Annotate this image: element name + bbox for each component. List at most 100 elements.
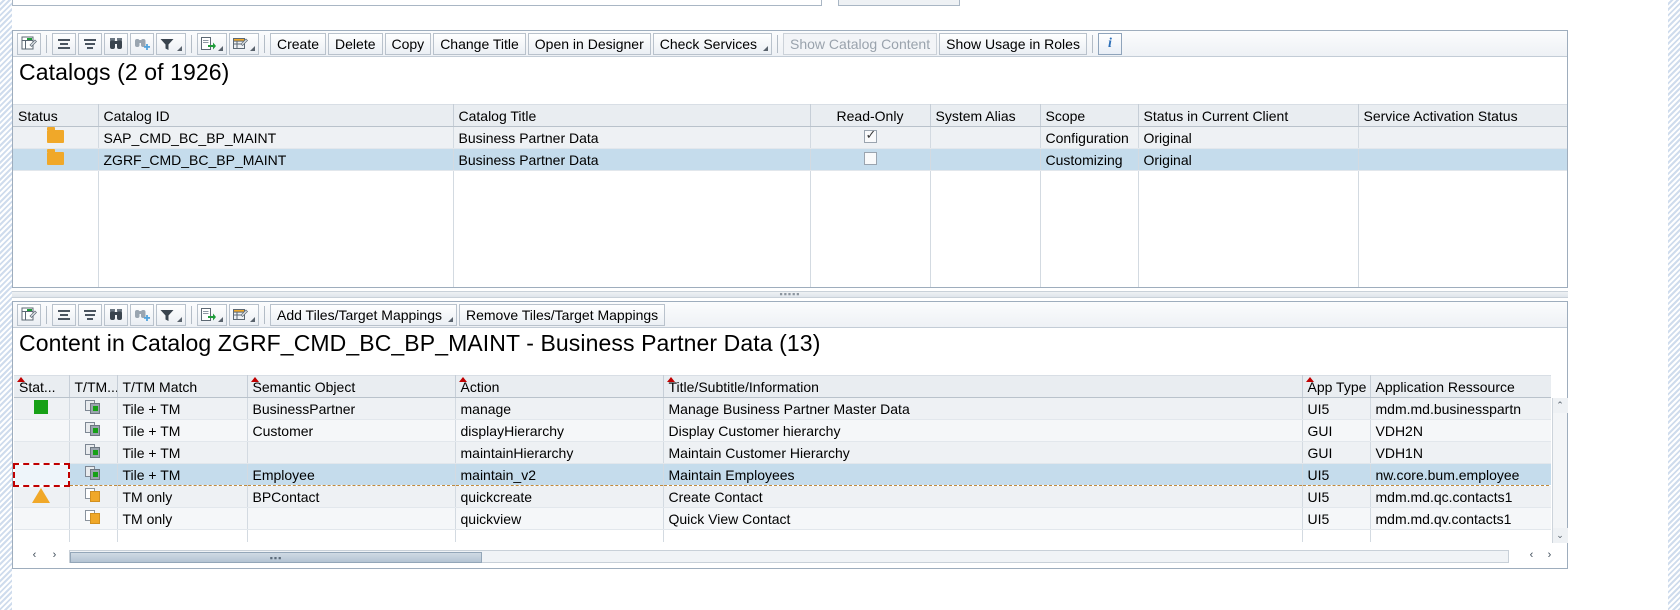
toolbar-separator [191,34,192,53]
service-activation-status-cell [1358,126,1567,149]
export-icon[interactable] [197,303,227,326]
tile-type-cell [69,507,118,530]
table-row[interactable]: Tile + TM maintainHierarchy Maintain Custo… [14,441,1551,464]
hscroll-thumb[interactable]: ▪▪▪ [70,552,482,563]
catalogs-table-body: SAP_CMD_BC_BP_MAINT Business Partner Data… [13,126,1567,287]
status-cell [13,126,99,149]
column-header[interactable]: Catalog ID [98,104,454,127]
column-header[interactable]: App Type [1302,375,1371,398]
page-left-arrow[interactable]: ‹ [1524,547,1539,562]
change-title-button[interactable]: Change Title [433,32,526,55]
column-header[interactable]: Semantic Object [247,375,456,398]
filler-cell [14,529,70,542]
table-row[interactable]: Tile + TM BusinessPartner manage Manage Bus… [14,397,1551,420]
hscroll-thumb-grip: ▪▪▪ [269,552,283,563]
find-icon[interactable] [104,303,128,326]
column-header[interactable]: System Alias [930,104,1041,127]
column-header[interactable]: Status [13,104,99,127]
column-header[interactable]: Application Ressource [1370,375,1551,398]
column-header[interactable]: Scope [1040,104,1139,127]
table-row[interactable]: TM only quickview Quick View Contact UI5 mdm… [14,507,1551,530]
layout-settings-icon[interactable] [17,303,41,326]
info-button[interactable]: i [1097,32,1122,55]
page-right-arrow[interactable]: › [1542,547,1557,562]
table-row[interactable]: ZGRF_CMD_BC_BP_MAINT Business Partner Dat… [13,148,1567,171]
tile-type-cell [69,441,118,464]
filler-cell [663,529,1303,542]
column-header[interactable]: Status in Current Client [1138,104,1359,127]
panel-splitter[interactable]: ▪▪▪▪▪ [12,290,1568,299]
column-header[interactable]: Catalog Title [453,104,811,127]
app-resource-cell: mdm.md.qv.contacts1 [1370,507,1551,530]
action-cell: maintainHierarchy [455,441,664,464]
column-header[interactable]: T/TM Match [117,375,248,398]
table-row[interactable]: Tile + TM Customer displayHierarchy Display… [14,419,1551,442]
table-row[interactable]: Tile + TM Employee maintain_v2 Maintain Emp… [13,462,1551,487]
sort-indicator-icon [666,377,675,382]
filler-cell [98,170,454,287]
content-horizontal-scrollbar[interactable]: ▪▪▪ [69,550,1509,563]
column-header[interactable]: Service Activation Status [1358,104,1567,127]
personalize-icon[interactable] [229,32,259,55]
find-icon[interactable] [104,32,128,55]
tile-type-cell [69,485,118,508]
app-type-cell: GUI [1302,441,1371,464]
open-in-designer-button-label: Open in Designer [534,35,644,52]
title-info-cell: Create Contact [663,485,1303,508]
content-page-title: Content in Catalog ZGRF_CMD_BC_BP_MAINT … [19,330,821,356]
find-next-icon[interactable] [130,303,154,326]
check-services-button-label: Check Services [659,35,758,52]
column-header[interactable]: T/TM... [69,375,118,398]
show-usage-in-roles-button[interactable]: Show Usage in Roles [939,32,1087,55]
column-header[interactable]: Title/Subtitle/Information [663,375,1303,398]
content-vertical-scrollbar[interactable]: ⌃ ⌄ [1552,398,1568,543]
personalize-icon[interactable] [229,303,259,326]
read-only-checkbox[interactable] [863,151,877,165]
check-services-button[interactable]: Check Services [652,32,773,55]
column-header-label: Semantic Object [252,378,356,395]
table-row[interactable]: SAP_CMD_BC_BP_MAINT Business Partner Data… [13,126,1567,149]
open-in-designer-button[interactable]: Open in Designer [527,32,651,55]
scroll-down-arrow[interactable]: ⌄ [1552,528,1568,543]
sort-descending-icon[interactable] [78,303,102,326]
app-resource-cell: mdm.md.qc.contacts1 [1370,485,1551,508]
ttm-match-cell: Tile + TM [117,419,248,442]
table-row[interactable]: TM only BPContact quickcreate Create Contac… [14,485,1551,508]
ttm-match-cell: Tile + TM [117,441,248,464]
change-title-button-label: Change Title [440,35,519,52]
filler-cell [1138,170,1359,287]
tile-type-cell [69,463,118,486]
sort-ascending-icon[interactable] [52,32,76,55]
hscroll-right-arrow[interactable]: › [47,547,62,562]
create-button[interactable]: Create [270,32,327,55]
export-icon[interactable] [197,32,227,55]
filter-icon[interactable] [156,32,186,55]
read-only-checkbox[interactable] [863,128,877,143]
hscroll-left-arrow[interactable]: ‹ [27,547,42,562]
sort-indicator-icon [17,377,25,382]
layout-settings-icon[interactable] [17,32,41,55]
find-next-icon[interactable] [130,32,154,55]
status-cell [14,441,70,464]
scroll-up-arrow[interactable]: ⌃ [1552,398,1568,413]
catalog-content-panel: Add Tiles/Target Mappings Remove Tiles/Ta… [12,301,1568,569]
remove-tiles-target-mappings-button[interactable]: Remove Tiles/Target Mappings [458,303,666,326]
column-header[interactable]: Stat... [14,375,70,398]
action-cell: manage [455,397,664,420]
top-stub-left [12,0,822,6]
column-header[interactable]: Read-Only [810,104,931,127]
column-header[interactable]: Action [455,375,664,398]
action-cell: quickcreate [455,485,664,508]
filler-cell [1302,529,1371,542]
sort-descending-icon[interactable] [78,32,102,55]
read-only-cell[interactable] [810,126,931,149]
sort-ascending-icon[interactable] [52,303,76,326]
read-only-cell[interactable] [810,148,931,171]
semantic-object-cell: BusinessPartner [247,397,456,420]
delete-button[interactable]: Delete [328,32,383,55]
copy-button[interactable]: Copy [384,32,432,55]
filter-icon[interactable] [156,303,186,326]
add-tiles-target-mappings-button[interactable]: Add Tiles/Target Mappings [270,303,457,326]
folder-icon [46,126,64,143]
toolbar-separator [46,34,47,53]
